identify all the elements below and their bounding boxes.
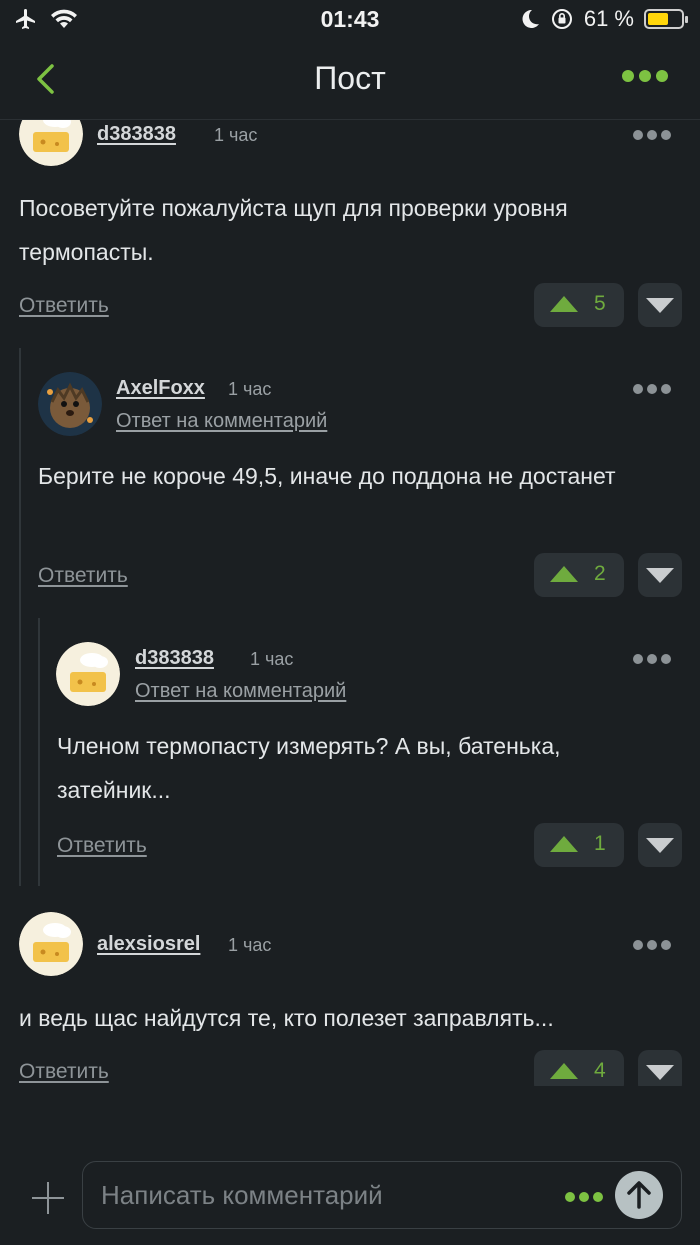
reply-button[interactable]: Ответить	[19, 294, 109, 318]
downvote-button[interactable]	[638, 283, 682, 327]
nav-bar: Пост	[0, 40, 700, 120]
battery-percent: 61 %	[583, 6, 634, 31]
arrow-down-icon	[646, 298, 674, 313]
reply-button[interactable]: Ответить	[38, 564, 128, 588]
thread-line	[38, 618, 40, 886]
comment-text: и ведь щас найдутся те, кто полезет запр…	[19, 1005, 554, 1031]
author-name[interactable]: AxelFoxx	[116, 377, 205, 400]
downvote-button[interactable]	[638, 553, 682, 597]
upvote-button[interactable]: 4	[534, 1050, 624, 1086]
more-icon[interactable]	[633, 654, 671, 664]
arrow-down-icon	[646, 838, 674, 853]
author-name[interactable]: alexsiosrel	[97, 933, 200, 956]
author-name[interactable]: d383838	[135, 647, 214, 670]
author-name[interactable]: d383838	[97, 123, 176, 146]
upvote-button[interactable]: 5	[534, 283, 624, 327]
comment-input[interactable]	[101, 1176, 541, 1214]
page-title: Пост	[314, 60, 386, 96]
battery-icon	[644, 9, 688, 29]
vote-count: 5	[594, 292, 606, 315]
status-right: 61 %	[520, 6, 688, 32]
avatar[interactable]	[56, 642, 120, 706]
comment-time: 1 час	[250, 649, 294, 669]
comment-time: 1 час	[214, 125, 258, 145]
avatar[interactable]	[19, 120, 83, 166]
more-icon[interactable]	[633, 384, 671, 394]
status-bar: 01:43 61 %	[0, 0, 700, 40]
arrow-down-icon	[646, 568, 674, 583]
reply-to-link[interactable]: Ответ на комментарий	[116, 410, 327, 433]
send-button[interactable]	[615, 1171, 663, 1219]
comment-text: Членом термопасту измерять? А вы, батень…	[57, 733, 561, 803]
arrow-up-icon	[550, 836, 578, 852]
more-icon[interactable]	[565, 1192, 603, 1202]
thread-line	[19, 348, 21, 886]
comment-time: 1 час	[228, 379, 272, 399]
send-arrow-icon	[627, 1181, 651, 1209]
avatar[interactable]	[38, 372, 102, 436]
downvote-button[interactable]	[638, 823, 682, 867]
arrow-up-icon	[550, 566, 578, 582]
vote-count: 2	[594, 562, 606, 585]
comment-time: 1 час	[228, 935, 272, 955]
arrow-down-icon	[646, 1065, 674, 1080]
reply-to-link[interactable]: Ответ на комментарий	[135, 680, 346, 703]
arrow-up-icon	[550, 1063, 578, 1079]
more-icon[interactable]	[622, 70, 668, 82]
comment-input-box[interactable]	[82, 1161, 682, 1229]
battery-fill	[648, 13, 668, 25]
moon-icon	[522, 9, 539, 28]
upvote-button[interactable]: 2	[534, 553, 624, 597]
comments-feed[interactable]: d383838 1 час Посоветуйте пожалуйста щуп…	[0, 120, 700, 1086]
reply-button[interactable]: Ответить	[19, 1060, 109, 1084]
comment-text: Берите не короче 49,5, иначе до поддона …	[38, 463, 616, 489]
vote-count: 1	[594, 832, 606, 855]
avatar[interactable]	[19, 912, 83, 976]
upvote-button[interactable]: 1	[534, 823, 624, 867]
arrow-up-icon	[550, 296, 578, 312]
reply-button[interactable]: Ответить	[57, 834, 147, 858]
orientation-lock-icon	[551, 9, 572, 29]
plus-icon[interactable]	[32, 1182, 64, 1214]
more-icon[interactable]	[633, 130, 671, 140]
comment-text: Посоветуйте пожалуйста щуп для проверки …	[19, 195, 568, 265]
downvote-button[interactable]	[638, 1050, 682, 1086]
vote-count: 4	[594, 1059, 606, 1082]
more-icon[interactable]	[633, 940, 671, 950]
